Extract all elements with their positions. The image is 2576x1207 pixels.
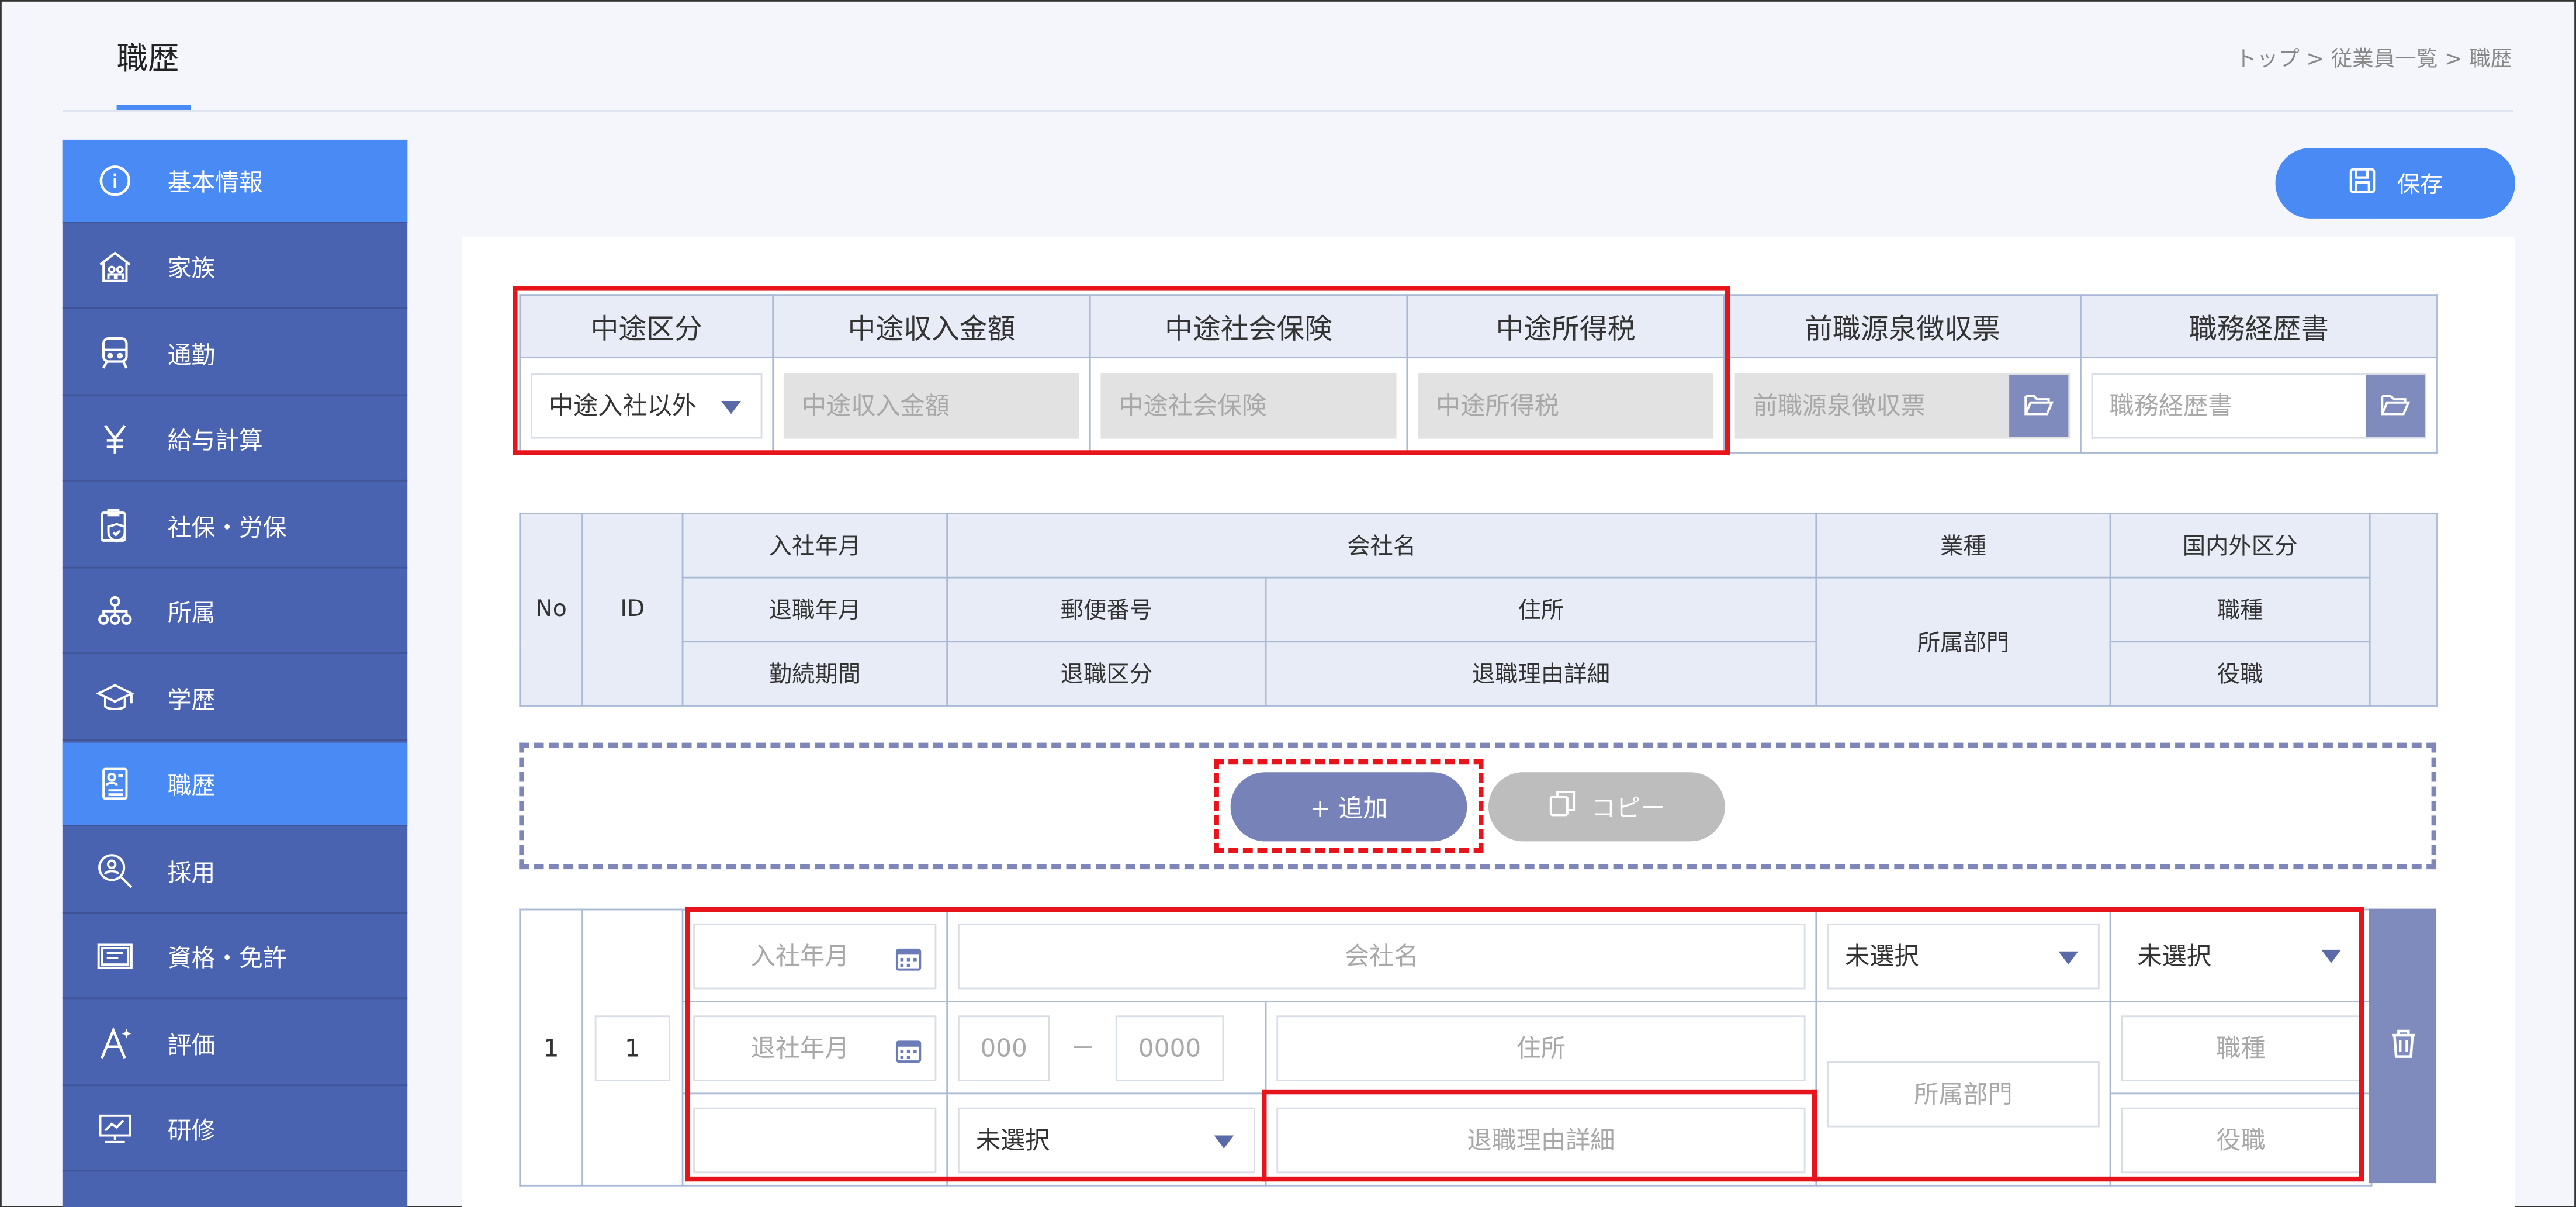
col-company: 会社名 bbox=[946, 513, 1817, 579]
breadcrumb[interactable]: トップ > 従業員一覧 > 職歴 bbox=[2235, 41, 2512, 72]
header-resume: 職務経歴書 bbox=[2080, 294, 2438, 358]
placeholder: 職務経歴書 bbox=[2109, 391, 2233, 421]
col-leave-date: 退職年月 bbox=[681, 576, 948, 643]
col-address: 住所 bbox=[1265, 576, 1817, 643]
app-window: 職歴 トップ > 従業員一覧 > 職歴 基本情報 家族 通勤 給与計算 社保・労… bbox=[0, 0, 2576, 1207]
sidebar-item-label: 所属 bbox=[167, 600, 216, 627]
sidebar-item-family[interactable]: 家族 bbox=[62, 225, 408, 309]
highlight-midcareer bbox=[513, 286, 1730, 455]
sidebar-item-education[interactable]: 学歴 bbox=[62, 657, 408, 741]
sidebar-item-label: 研修 bbox=[167, 1118, 216, 1145]
sidebar-item-label: 資格・免許 bbox=[167, 945, 287, 972]
sidebar-item-insurance[interactable]: 社保・労保 bbox=[62, 485, 408, 569]
sidebar-item-label: 家族 bbox=[167, 255, 216, 282]
col-industry: 業種 bbox=[1815, 513, 2111, 579]
floppy-disk-icon bbox=[2348, 165, 2377, 202]
placeholder: 前職源泉徴収票 bbox=[1753, 391, 1926, 421]
highlight-notch-left bbox=[1262, 1089, 1267, 1182]
col-department: 所属部門 bbox=[1815, 576, 2111, 707]
info-icon bbox=[63, 164, 168, 197]
withholding-slip-field[interactable]: 前職源泉徴収票 bbox=[1734, 372, 2071, 438]
sidebar-item-label: 通勤 bbox=[167, 343, 216, 369]
header-withholding-slip: 前職源泉徴収票 bbox=[1723, 294, 2082, 358]
sidebar-item-commute[interactable]: 通勤 bbox=[62, 312, 408, 396]
page-title: 職歴 bbox=[116, 41, 179, 78]
resume-file-field[interactable]: 職務経歴書 bbox=[2091, 372, 2427, 438]
col-actions bbox=[2369, 513, 2438, 707]
col-domestic: 国内外区分 bbox=[2109, 513, 2371, 579]
sidebar-item-label: 社保・労保 bbox=[167, 515, 287, 542]
house-family-icon bbox=[63, 248, 168, 284]
sidebar-item-evaluation[interactable]: 評価 bbox=[62, 1002, 408, 1087]
delete-row-button[interactable] bbox=[2369, 908, 2437, 1184]
title-underline bbox=[116, 105, 191, 110]
col-job-type: 職種 bbox=[2109, 576, 2371, 643]
sidebar-item-label: 職歴 bbox=[167, 773, 216, 800]
graduation-cap-icon bbox=[63, 682, 168, 715]
highlight-notch-right bbox=[1812, 1089, 1817, 1182]
folder-icon[interactable] bbox=[2366, 373, 2425, 437]
col-leave-reason: 退職理由詳細 bbox=[1265, 641, 1817, 707]
yen-icon bbox=[63, 421, 168, 457]
row-id-input[interactable]: 1 bbox=[594, 1014, 670, 1081]
col-leave-type: 退職区分 bbox=[946, 641, 1267, 707]
row-id-value: 1 bbox=[624, 1032, 640, 1063]
header-divider bbox=[62, 110, 2514, 112]
sidebar-item-label: 採用 bbox=[167, 860, 216, 887]
sidebar: 基本情報 家族 通勤 給与計算 社保・労保 所属 学歴 職歴 採用 資格・免許 … bbox=[62, 139, 408, 1207]
copy-button-label: コピー bbox=[1591, 793, 1666, 823]
sidebar-item-label: 給与計算 bbox=[167, 428, 263, 455]
col-position: 役職 bbox=[2109, 641, 2371, 707]
row-id-cell: 1 bbox=[581, 908, 684, 1187]
certificate-icon bbox=[63, 940, 168, 973]
sidebar-item-basic-info[interactable]: 基本情報 bbox=[62, 139, 408, 224]
org-chart-icon bbox=[63, 595, 168, 628]
save-button[interactable]: 保存 bbox=[2275, 148, 2515, 219]
resume-icon bbox=[63, 766, 168, 802]
highlight-row-fields bbox=[685, 907, 2364, 1182]
sidebar-item-label: 評価 bbox=[167, 1032, 216, 1059]
star-a-icon bbox=[63, 1025, 168, 1061]
copy-icon bbox=[1549, 788, 1578, 825]
col-join-date: 入社年月 bbox=[681, 513, 948, 579]
col-no: No bbox=[519, 513, 583, 707]
sidebar-item-training[interactable]: 研修 bbox=[62, 1088, 408, 1172]
sidebar-item-label: 基本情報 bbox=[167, 170, 263, 196]
presentation-icon bbox=[63, 1111, 168, 1147]
copy-button[interactable]: コピー bbox=[1488, 772, 1725, 842]
sidebar-item-affiliation[interactable]: 所属 bbox=[62, 570, 408, 654]
col-zip: 郵便番号 bbox=[946, 576, 1267, 643]
highlight-add-button bbox=[1214, 759, 1484, 853]
history-header-table: No ID 入社年月 会社名 業種 国内外区分 退職年月 郵便番号 住所 所属部… bbox=[519, 513, 2438, 707]
trash-icon bbox=[2388, 1026, 2418, 1066]
sidebar-item-qualifications[interactable]: 資格・免許 bbox=[62, 915, 408, 1000]
sidebar-item-partial[interactable] bbox=[63, 1175, 407, 1207]
sidebar-item-recruitment[interactable]: 採用 bbox=[62, 830, 408, 914]
sidebar-item-payroll[interactable]: 給与計算 bbox=[62, 397, 408, 482]
col-tenure: 勤続期間 bbox=[681, 641, 948, 707]
highlight-notch-top bbox=[1262, 1089, 1817, 1095]
train-icon bbox=[63, 335, 168, 371]
sidebar-item-work-history[interactable]: 職歴 bbox=[62, 742, 408, 827]
sidebar-item-label: 学歴 bbox=[167, 687, 216, 714]
clipboard-shield-icon bbox=[63, 508, 168, 544]
folder-icon[interactable] bbox=[2009, 373, 2069, 437]
save-button-label: 保存 bbox=[2397, 171, 2443, 198]
col-id: ID bbox=[581, 513, 684, 707]
row-no: 1 bbox=[519, 908, 583, 1187]
magnifier-person-icon bbox=[63, 851, 168, 890]
